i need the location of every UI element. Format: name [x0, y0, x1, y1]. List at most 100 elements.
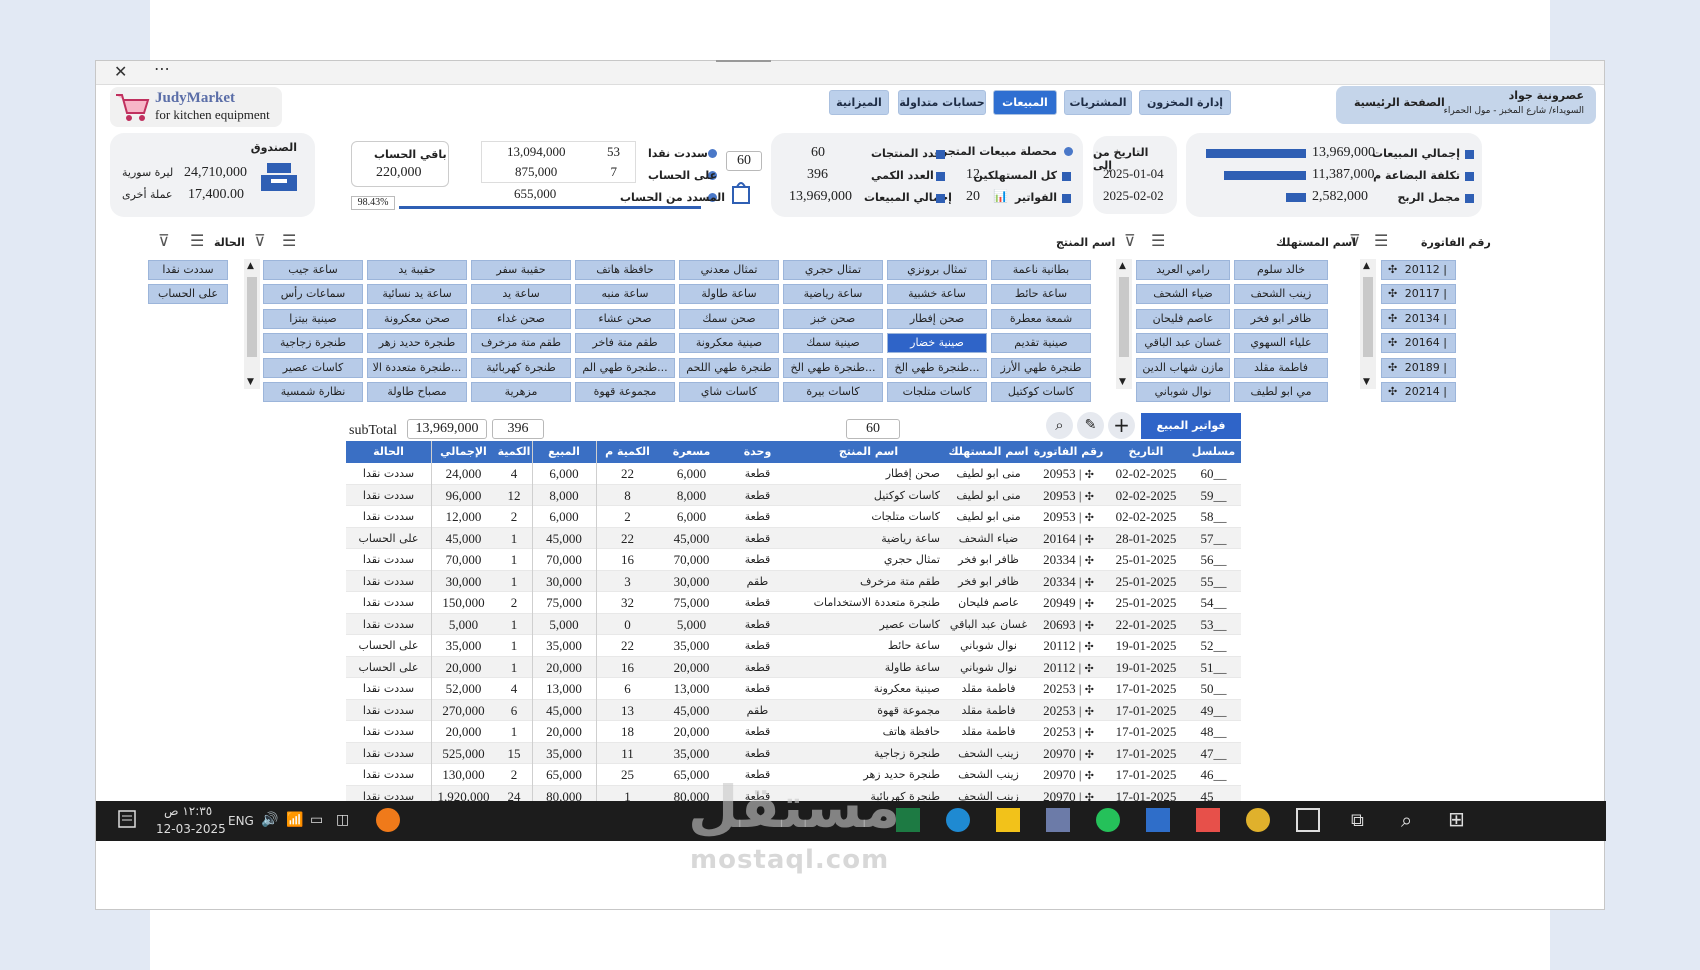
clock-time[interactable]: ١٢:٣٥ ص: [164, 804, 212, 818]
windows-start-icon[interactable]: ⊞: [1448, 807, 1465, 831]
product-slicer-item[interactable]: تمثال حجري: [783, 260, 883, 280]
customer-slicer-scrollbar[interactable]: ▲ ▼: [1116, 259, 1132, 389]
column-header[interactable]: الإجمالي: [431, 441, 496, 463]
nav-balance[interactable]: الميزانية: [829, 90, 889, 115]
nav-accounts[interactable]: حسابات متداولة: [898, 90, 986, 115]
product-slicer-item[interactable]: طنجرة طهي اللحم: [679, 358, 779, 378]
column-header[interactable]: اسم المستهلك: [946, 441, 1031, 463]
column-header[interactable]: التاريخ: [1106, 441, 1186, 463]
column-header[interactable]: الحالة: [346, 441, 431, 463]
invoice-link-icon[interactable]: ✣: [1085, 468, 1094, 481]
product-slicer-item[interactable]: صحن عشاء: [575, 309, 675, 329]
scroll-up-icon[interactable]: ▲: [1119, 261, 1126, 271]
product-slicer-item[interactable]: مزهرية: [471, 382, 571, 402]
table-row[interactable]: 51__ 19-01-2025 20112 | ✣ نوال شوباني ساعة ط…: [346, 656, 1241, 678]
scroll-down-icon[interactable]: ▼: [1363, 377, 1370, 387]
column-header[interactable]: اسم المنتج: [791, 441, 946, 463]
product-slicer-item[interactable]: حقيبة سفر: [471, 260, 571, 280]
product-slicer-item[interactable]: ساعة يد نسائية: [367, 284, 467, 304]
whatsapp-icon[interactable]: [1096, 808, 1120, 832]
table-row[interactable]: 59__ 02-02-2025 20953 | ✣ منى ابو لطيف كاسات…: [346, 484, 1241, 506]
product-slicer-item[interactable]: صينية سمك: [783, 333, 883, 353]
customer-slicer-item[interactable]: غسان عبد الباقي: [1136, 333, 1230, 353]
product-slicer-item[interactable]: ساعة حائط: [991, 284, 1091, 304]
clock-date[interactable]: 12-03-2025: [156, 822, 226, 836]
product-slicer-item[interactable]: ساعة منبه: [575, 284, 675, 304]
scroll-down-icon[interactable]: ▼: [247, 377, 254, 387]
battery-icon[interactable]: ▭: [310, 812, 323, 828]
meet-icon[interactable]: ◫: [336, 812, 349, 828]
customer-slicer-item[interactable]: رامي العريد: [1136, 260, 1230, 280]
product-slicer-item[interactable]: صحن معكرونة: [367, 309, 467, 329]
scroll-up-icon[interactable]: ▲: [1363, 261, 1370, 271]
invoice-slicer-item[interactable]: 20112 | ✣: [1381, 260, 1456, 280]
edit-icon[interactable]: ✎: [1077, 412, 1104, 439]
invoice-link-icon[interactable]: ✣: [1085, 769, 1094, 782]
multiselect-icon[interactable]: ☰: [1374, 231, 1388, 250]
scroll-thumb[interactable]: [1119, 277, 1129, 357]
wifi-icon[interactable]: 📶: [286, 812, 303, 828]
product-slicer-item[interactable]: شمعة معطرة: [991, 309, 1091, 329]
column-header[interactable]: المبيع: [532, 441, 596, 463]
customer-slicer-item[interactable]: ظافر ابو فخر: [1234, 309, 1328, 329]
product-slicer-item[interactable]: طقم متة مزخرف: [471, 333, 571, 353]
table-row[interactable]: 60__ 02-02-2025 20953 | ✣ منى ابو لطيف صحن إ…: [346, 463, 1241, 485]
table-row[interactable]: 48__ 17-01-2025 20253 | ✣ فاطمة مقلد حافظة ه…: [346, 721, 1241, 743]
clear-filter-icon[interactable]: ⊽: [1124, 231, 1136, 250]
scroll-down-icon[interactable]: ▼: [1119, 377, 1126, 387]
customer-slicer-item[interactable]: زينب الشحف: [1234, 284, 1328, 304]
more-options-icon[interactable]: ⋯: [154, 59, 170, 78]
status-slicer-item[interactable]: سددت نقدا: [148, 260, 228, 280]
add-icon[interactable]: +: [1108, 412, 1135, 439]
invoice-link-icon[interactable]: ✣: [1085, 748, 1094, 761]
product-slicer-scrollbar[interactable]: ▲ ▼: [244, 259, 260, 389]
nav-sales[interactable]: المبيعات: [993, 90, 1057, 115]
date-from[interactable]: 2025-01-04: [1103, 166, 1164, 182]
invoice-link-icon[interactable]: ✣: [1085, 533, 1094, 546]
invoice-slicer-item[interactable]: 20164 | ✣: [1381, 333, 1456, 353]
close-icon[interactable]: ✕: [114, 62, 127, 81]
date-to[interactable]: 2025-02-02: [1103, 188, 1164, 204]
status-slicer-item[interactable]: على الحساب: [148, 284, 228, 304]
table-row[interactable]: 47__ 17-01-2025 20970 | ✣ زينب الشحف طنجرة ز…: [346, 742, 1241, 764]
product-slicer-item[interactable]: مصباح طاولة: [367, 382, 467, 402]
product-slicer-item[interactable]: بطانية ناعمة: [991, 260, 1091, 280]
column-header[interactable]: الكمية: [496, 441, 532, 463]
product-slicer-item[interactable]: حافظة هاتف: [575, 260, 675, 280]
product-slicer-item[interactable]: صينية تقديم: [991, 333, 1091, 353]
product-slicer-item[interactable]: كاسات شاي: [679, 382, 779, 402]
column-header[interactable]: وحدة: [724, 441, 791, 463]
invoice-slicer-scrollbar[interactable]: ▲ ▼: [1360, 259, 1376, 389]
clear-filter-icon[interactable]: ⊽: [254, 231, 266, 250]
invoice-link-icon[interactable]: ✣: [1085, 597, 1094, 610]
scroll-up-icon[interactable]: ▲: [247, 261, 254, 271]
table-row[interactable]: 52__ 19-01-2025 20112 | ✣ نوال شوباني ساعة ح…: [346, 635, 1241, 657]
column-header[interactable]: الكمية م: [596, 441, 659, 463]
product-slicer-item[interactable]: حقيبة يد: [367, 260, 467, 280]
product-slicer-item[interactable]: طنجرة طهي الخ...: [783, 358, 883, 378]
nav-home[interactable]: الصفحة الرئيسية: [1354, 96, 1445, 109]
product-slicer-item[interactable]: صينية خضار: [887, 333, 987, 353]
product-slicer-item[interactable]: ساعة جيب: [263, 260, 363, 280]
product-slicer-item[interactable]: طنجرة طهي الم...: [575, 358, 675, 378]
scroll-thumb[interactable]: [1363, 277, 1373, 357]
product-slicer-item[interactable]: تمثال معدني: [679, 260, 779, 280]
product-slicer-item[interactable]: كاسات عصير: [263, 358, 363, 378]
customer-slicer-item[interactable]: نوال شوباني: [1136, 382, 1230, 402]
customer-slicer-item[interactable]: ضياء الشحف: [1136, 284, 1230, 304]
column-header[interactable]: مسلسل: [1186, 441, 1241, 463]
nav-purchases[interactable]: المشتريات: [1064, 90, 1132, 115]
product-slicer-item[interactable]: سماعات رأس: [263, 284, 363, 304]
customer-slicer-item[interactable]: عاصم فليحان: [1136, 309, 1230, 329]
multiselect-icon[interactable]: ☰: [282, 231, 296, 250]
invoice-link-icon[interactable]: ✣: [1085, 726, 1094, 739]
notification-icon[interactable]: [116, 808, 140, 832]
sales-invoices-button[interactable]: فواتير المبيع: [1141, 413, 1241, 439]
invoice-link-icon[interactable]: ✣: [1085, 705, 1094, 718]
product-slicer-item[interactable]: صحن إفطار: [887, 309, 987, 329]
invoice-link-icon[interactable]: ✣: [1085, 576, 1094, 589]
customer-slicer-item[interactable]: مازن شهاب الدين: [1136, 358, 1230, 378]
table-row[interactable]: 55__ 25-01-2025 20334 | ✣ ظافر ابو فخر طقم م…: [346, 570, 1241, 592]
product-slicer-item[interactable]: صحن سمك: [679, 309, 779, 329]
product-slicer-item[interactable]: صينية بيتزا: [263, 309, 363, 329]
